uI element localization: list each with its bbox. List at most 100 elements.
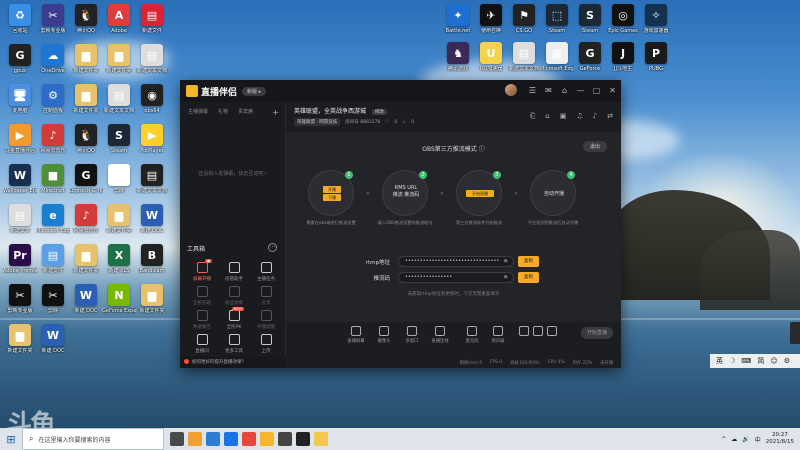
minimize-button[interactable]: —	[576, 86, 585, 95]
maximize-button[interactable]: ▢	[592, 86, 601, 95]
desktop-icon[interactable]: ✂ 剪映专业版	[3, 284, 37, 314]
eye-icon[interactable]	[532, 326, 544, 336]
menu-icon[interactable]: ☰	[528, 86, 537, 95]
tool-item[interactable]: 全民答题	[187, 286, 217, 306]
step-line[interactable]: 下播	[323, 194, 341, 201]
moon-icon[interactable]: ☽	[729, 357, 735, 365]
step-line[interactable]: 开始直播	[466, 190, 494, 197]
desktop-icon[interactable]: ✦ Battle.net	[441, 4, 475, 34]
category-pill[interactable]: 英雄联盟 · 网游竞技	[294, 118, 341, 126]
desktop-icon[interactable]: e Microsoft Edge	[36, 204, 70, 234]
notify-icon[interactable]: ♪	[593, 112, 597, 121]
tool-item[interactable]: 房管助手	[219, 262, 249, 282]
desktop-icon[interactable]: S Steam	[102, 124, 136, 154]
tool-item[interactable]: 直播间	[187, 334, 217, 354]
desktop-icon[interactable]: ▤ 新建文件	[36, 244, 70, 274]
desktop-icon[interactable]: ✂ 剪映专业版	[36, 4, 70, 34]
rtmp-address-field[interactable]: •••••••••••••••••••••••••••••••• ◉	[398, 256, 514, 267]
desktop-icon[interactable]: ✂ 剪映	[36, 284, 70, 314]
taskbar-search[interactable]: ⌕ 在这里输入你要搜索的内容	[22, 428, 164, 450]
desktop-icon[interactable]: ☁ OneDrive	[36, 44, 70, 74]
taskbar-app-icon[interactable]	[242, 432, 256, 446]
settings-icon[interactable]: ⚙	[784, 357, 790, 365]
bottom-tip[interactable]: 如何更好的提升直播效果？	[180, 356, 286, 368]
desktop-icon[interactable]: ▆ 新建文件夹	[102, 204, 136, 234]
desktop-icon[interactable]: W Wallpaper Engine	[3, 164, 37, 194]
tab-gifts[interactable]: 礼物	[218, 108, 228, 117]
desktop-icon[interactable]: ▆ 新建文件夹	[135, 284, 169, 314]
desktop-icon[interactable]: W 新建 DOC	[36, 324, 70, 354]
eye-icon[interactable]: ◉	[504, 257, 508, 266]
desktop-icon[interactable]: ▆ 新建文件夹	[3, 324, 37, 354]
room-title[interactable]: 英雄联盟，全英战争西游城 修改	[294, 106, 387, 115]
desktop-icon[interactable]: ▶ PotPlayer	[135, 124, 169, 154]
tray-expand-icon[interactable]: ^	[721, 436, 726, 443]
ime-lang[interactable]: 英	[716, 356, 723, 366]
tool-item[interactable]: 粉丝勋章	[219, 286, 249, 306]
desktop-icon[interactable]: 🐧 腾讯QQ	[69, 124, 103, 154]
desktop-icon[interactable]: ♻ 回收站	[3, 4, 37, 34]
copy-button[interactable]: 复制	[518, 272, 539, 283]
desktop-icon[interactable]: P PUBG	[639, 42, 673, 72]
toolbar-item[interactable]: 直播屏幕	[344, 326, 368, 344]
ime-simplified[interactable]: 简	[757, 356, 764, 366]
volume-icon[interactable]: 🔊	[742, 436, 749, 443]
desktop-icon[interactable]: ▆ 新建文件夹	[69, 84, 103, 114]
taskbar-app-icon[interactable]	[296, 432, 310, 446]
desktop-icon[interactable]: A Adobe	[102, 4, 136, 34]
desktop-icon[interactable]: ▤ 新建文本文档	[102, 84, 136, 114]
desktop-icon[interactable]: B Bandicam	[135, 244, 169, 274]
avatar[interactable]	[505, 84, 517, 96]
clock[interactable]: 20:27 2021/8/15	[766, 432, 794, 446]
close-button[interactable]: ✕	[608, 86, 617, 95]
desktop-icon[interactable]: ▶ 斗鱼直播伴侣	[3, 124, 37, 154]
desktop-icon[interactable]: X 新建 XLS	[102, 244, 136, 274]
toolbar-item[interactable]: 麦克风	[460, 326, 484, 344]
taskbar-app-icon[interactable]	[224, 432, 238, 446]
copy-button[interactable]: 复制	[518, 256, 539, 267]
settings-icon[interactable]	[546, 326, 558, 336]
desktop-icon[interactable]: ✂ 剪映	[102, 164, 136, 194]
switch-icon[interactable]: ⇄	[607, 112, 613, 121]
taskbar-app-icon[interactable]	[314, 432, 328, 446]
desktop-icon[interactable]: S Steam	[573, 4, 607, 34]
message-icon[interactable]: ✉	[544, 86, 553, 95]
step-line[interactable]: 开播	[323, 186, 341, 193]
taskbar-app-icon[interactable]	[260, 432, 274, 446]
tray-cloud-icon[interactable]: ☁	[731, 436, 737, 443]
tab-danmaku[interactable]: 主播弹幕	[188, 108, 208, 117]
toolbar-item[interactable]: 扬声器	[486, 326, 510, 344]
desktop-icon[interactable]: G Logitech G HUB	[69, 164, 103, 194]
desktop-icon[interactable]: Pr Adobe Premiere	[3, 244, 37, 274]
desktop-icon[interactable]: ▆ 新建文件夹	[102, 44, 136, 74]
desktop-icon[interactable]: W 新建 DOC	[135, 204, 169, 234]
stream-key-field[interactable]: •••••••••••••••• ◉	[398, 272, 514, 283]
edit-title-button[interactable]: 修改	[371, 109, 387, 115]
desktop-icon[interactable]: U UU加速器	[474, 42, 508, 72]
version-button[interactable]: 新版 ▸	[242, 86, 267, 96]
desktop-icon[interactable]: ▦ Microsoft Edge	[540, 42, 574, 72]
desktop-icon[interactable]: 🐧 腾讯QQ	[69, 4, 103, 34]
desktop-icon[interactable]: ■ Minecraft	[36, 164, 70, 194]
tool-item[interactable]: 上传	[251, 334, 281, 354]
exit-button[interactable]: 退出	[582, 141, 607, 152]
tool-item[interactable]: 全民PK NEW	[219, 307, 249, 330]
screen-icon[interactable]: ▣	[560, 112, 567, 121]
tool-item[interactable]: 数据报告	[187, 310, 217, 330]
tool-item[interactable]: 分享	[251, 286, 281, 306]
desktop-icon[interactable]: ▤ 新建文本文档	[135, 164, 169, 194]
taskbar-app-icon[interactable]	[188, 432, 202, 446]
keyboard-icon[interactable]: ⌨	[741, 357, 751, 365]
desktop-icon[interactable]: Ggpuk	[3, 44, 37, 74]
taskbar-app-icon[interactable]	[278, 432, 292, 446]
desktop-icon[interactable]: N GeForce Experience	[102, 284, 136, 314]
taskbar-app-icon[interactable]	[206, 432, 220, 446]
emoji-icon[interactable]: ☺	[770, 357, 777, 365]
tool-item[interactable]: 更多工具	[219, 334, 249, 354]
desktop-icon[interactable]: ▤ 新建文本	[3, 204, 37, 234]
desktop-icon[interactable]: ✧ 游戏加速器	[639, 4, 673, 34]
desktop-icon[interactable]: ▆ 新建文件夹	[69, 44, 103, 74]
start-button[interactable]: ⊞	[0, 428, 22, 450]
desktop-icon[interactable]: 🖥 此电脑	[3, 84, 37, 114]
ime-indicator[interactable]: 中	[755, 435, 761, 444]
